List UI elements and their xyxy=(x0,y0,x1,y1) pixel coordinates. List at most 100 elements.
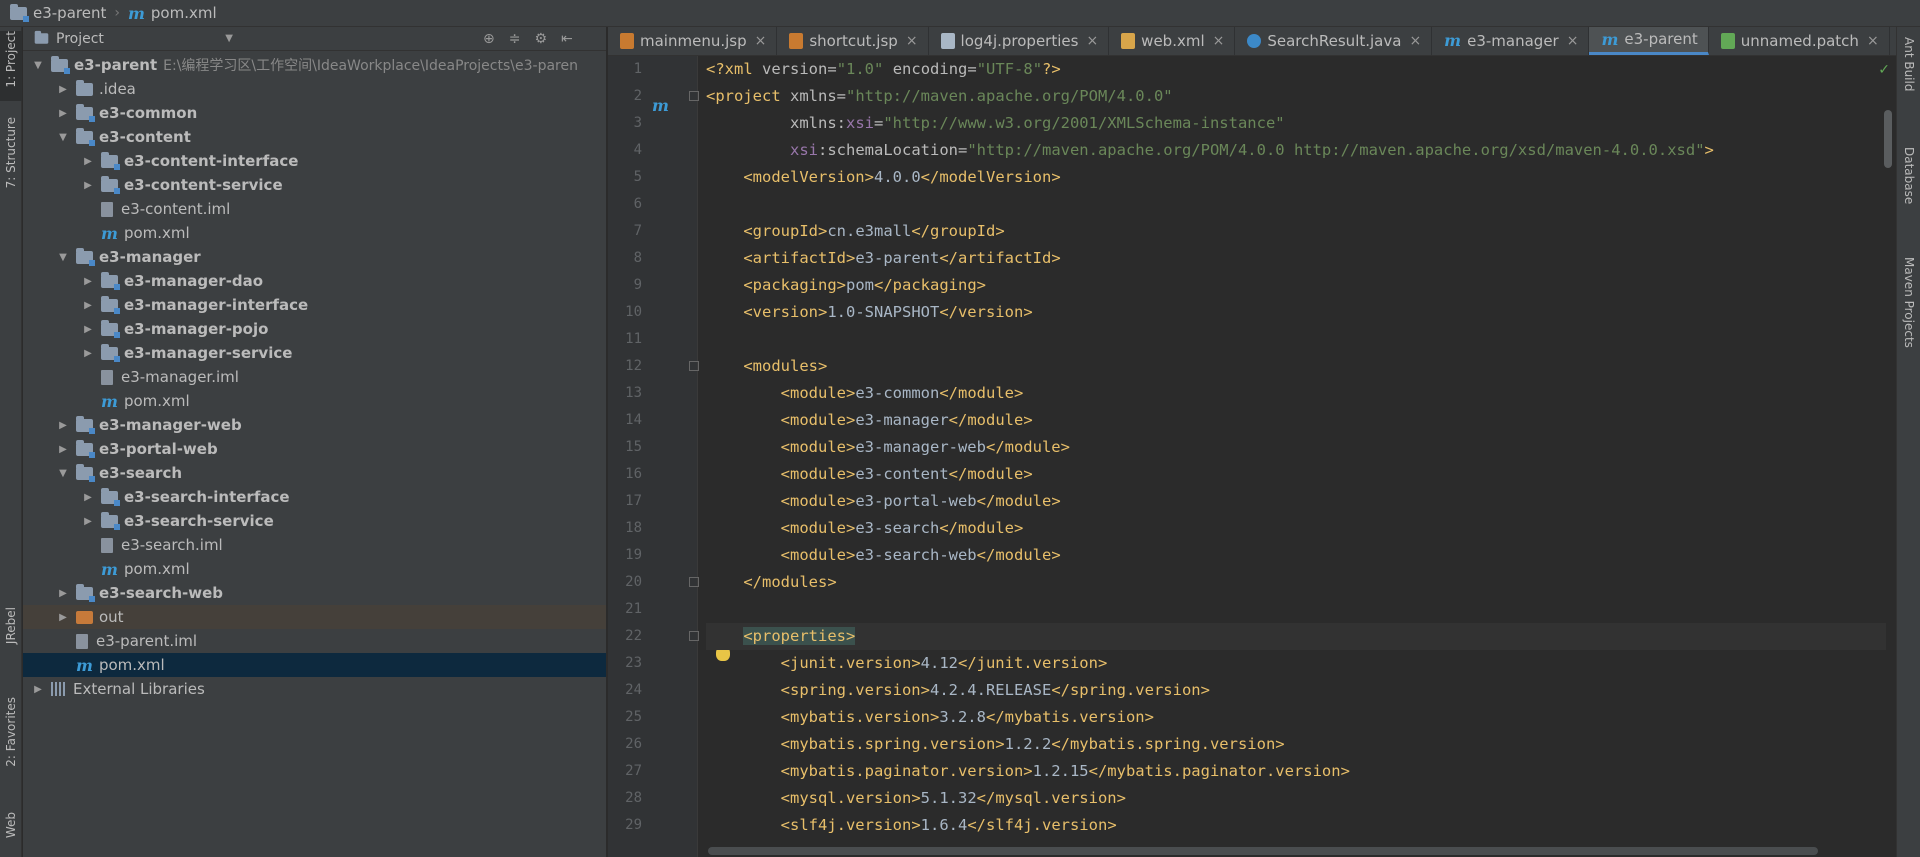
code-line[interactable]: <version>1.0-SNAPSHOT</version> xyxy=(706,299,1886,326)
editor-tab[interactable]: SearchResult.java × xyxy=(1235,27,1433,55)
collapsed-arrow-icon[interactable]: ▶ xyxy=(81,276,95,287)
tool-tab-project[interactable]: 1: Project xyxy=(0,31,22,101)
tree-item[interactable]: ▶ e3-content-service xyxy=(23,173,606,197)
code-line[interactable]: <?xml version="1.0" encoding="UTF-8"?> xyxy=(706,56,1886,83)
code-line[interactable]: <artifactId>e3-parent</artifactId> xyxy=(706,245,1886,272)
close-icon[interactable]: × xyxy=(1213,33,1225,49)
close-icon[interactable]: × xyxy=(755,33,767,49)
editor-tab[interactable]: mainmenu.jsp × xyxy=(608,27,778,55)
code-line[interactable]: <groupId>cn.e3mall</groupId> xyxy=(706,218,1886,245)
collapsed-arrow-icon[interactable]: ▶ xyxy=(56,444,70,455)
fold-marker-icon[interactable] xyxy=(689,577,699,587)
tree-item[interactable]: ▶ e3-content-interface xyxy=(23,149,606,173)
collapsed-arrow-icon[interactable]: ▶ xyxy=(56,420,70,431)
breadcrumb-project[interactable]: e3-parent xyxy=(33,4,106,22)
tool-tab-jrebel[interactable]: JRebel xyxy=(0,607,22,677)
horizontal-scrollbar[interactable] xyxy=(708,847,1818,855)
tree-item[interactable]: ▼ e3-parent E:\编程学习区\工作空间\IdeaWorkplace\Id… xyxy=(23,53,606,77)
code-line[interactable]: <mybatis.spring.version>1.2.2</mybatis.s… xyxy=(706,731,1886,758)
code-content[interactable]: <?xml version="1.0" encoding="UTF-8"?> <p… xyxy=(706,56,1886,857)
project-view-selector[interactable]: Project ▼ xyxy=(33,31,243,47)
tree-item[interactable]: ▶ .idea xyxy=(23,77,606,101)
code-line[interactable] xyxy=(706,191,1886,218)
code-line[interactable]: <properties> xyxy=(706,623,1886,650)
gear-icon[interactable]: ⚙ xyxy=(534,31,547,47)
code-line[interactable]: <module>e3-content</module> xyxy=(706,461,1886,488)
expanded-arrow-icon[interactable]: ▼ xyxy=(56,252,70,263)
code-line[interactable]: <mysql.version>5.1.32</mysql.version> xyxy=(706,785,1886,812)
tree-item[interactable]: e3-content.iml xyxy=(23,197,606,221)
collapsed-arrow-icon[interactable]: ▶ xyxy=(56,108,70,119)
code-line[interactable]: <module>e3-manager</module> xyxy=(706,407,1886,434)
fold-marker-icon[interactable] xyxy=(689,91,699,101)
code-line[interactable]: <modules> xyxy=(706,353,1886,380)
code-line[interactable]: <module>e3-search</module> xyxy=(706,515,1886,542)
tool-tab-favorites[interactable]: 2: Favorites xyxy=(0,697,22,797)
close-icon[interactable]: × xyxy=(1086,33,1098,49)
code-line[interactable]: <module>e3-search-web</module> xyxy=(706,542,1886,569)
code-line[interactable]: <mybatis.version>3.2.8</mybatis.version> xyxy=(706,704,1886,731)
tree-item[interactable]: m pom.xml xyxy=(23,221,606,245)
tree-item[interactable]: e3-parent.iml xyxy=(23,629,606,653)
collapsed-arrow-icon[interactable]: ▶ xyxy=(81,324,95,335)
tree-item[interactable]: e3-search.iml xyxy=(23,533,606,557)
vertical-scrollbar[interactable] xyxy=(1884,110,1892,168)
breadcrumb-file[interactable]: pom.xml xyxy=(151,4,217,22)
collapse-all-icon[interactable]: ≑ xyxy=(509,31,521,47)
code-line[interactable]: <packaging>pom</packaging> xyxy=(706,272,1886,299)
code-editor[interactable]: 1 2 3 4 5 6 7 8 9 10 11 12 13 14 15 16 17 18 19 20 21 22 23 24 2… xyxy=(608,56,1896,857)
code-line[interactable]: <modelVersion>4.0.0</modelVersion> xyxy=(706,164,1886,191)
close-icon[interactable]: × xyxy=(906,33,918,49)
code-line[interactable]: xsi:schemaLocation="http://maven.apache.… xyxy=(706,137,1886,164)
code-line[interactable]: <project xmlns="http://maven.apache.org/… xyxy=(706,83,1886,110)
collapsed-arrow-icon[interactable]: ▶ xyxy=(31,684,45,695)
tree-item[interactable]: ▶ e3-search-service xyxy=(23,509,606,533)
fold-marker-icon[interactable] xyxy=(689,631,699,641)
tree-item[interactable]: ▶ e3-manager-pojo xyxy=(23,317,606,341)
tree-item[interactable]: ▼ e3-search xyxy=(23,461,606,485)
maven-gutter-icon[interactable]: m xyxy=(652,96,669,115)
expanded-arrow-icon[interactable]: ▼ xyxy=(56,132,70,143)
editor-tab[interactable]: log4j.properties × xyxy=(929,27,1110,55)
tool-tab-web[interactable]: Web xyxy=(0,812,22,857)
collapsed-arrow-icon[interactable]: ▶ xyxy=(56,612,70,623)
collapsed-arrow-icon[interactable]: ▶ xyxy=(81,300,95,311)
code-line[interactable]: <spring.version>4.2.4.RELEASE</spring.ve… xyxy=(706,677,1886,704)
code-line[interactable]: <junit.version>4.12</junit.version> xyxy=(706,650,1886,677)
tool-tab-maven-projects[interactable]: Maven Projects xyxy=(1897,257,1920,387)
collapsed-arrow-icon[interactable]: ▶ xyxy=(56,588,70,599)
tree-item[interactable]: m pom.xml xyxy=(23,557,606,581)
code-line[interactable]: <module>e3-portal-web</module> xyxy=(706,488,1886,515)
tree-item[interactable]: ▶ e3-search-interface xyxy=(23,485,606,509)
tree-item[interactable]: ▶ e3-manager-service xyxy=(23,341,606,365)
tool-tab-structure[interactable]: 7: Structure xyxy=(0,117,22,227)
code-line[interactable] xyxy=(706,596,1886,623)
code-line[interactable]: </modules> xyxy=(706,569,1886,596)
collapsed-arrow-icon[interactable]: ▶ xyxy=(56,84,70,95)
tree-item[interactable]: ▶ e3-portal-web xyxy=(23,437,606,461)
code-line[interactable]: <module>e3-common</module> xyxy=(706,380,1886,407)
editor-tab[interactable]: shortcut.jsp × xyxy=(777,27,929,55)
editor-tab[interactable]: web.xml × xyxy=(1109,27,1236,55)
expanded-arrow-icon[interactable]: ▼ xyxy=(56,468,70,479)
collapsed-arrow-icon[interactable]: ▶ xyxy=(81,492,95,503)
close-icon[interactable]: × xyxy=(1567,33,1579,49)
tree-item[interactable]: ▼ e3-content xyxy=(23,125,606,149)
code-line[interactable]: <mybatis.paginator.version>1.2.15</mybat… xyxy=(706,758,1886,785)
fold-marker-icon[interactable] xyxy=(689,361,699,371)
code-line[interactable]: xmlns:xsi="http://www.w3.org/2001/XMLSch… xyxy=(706,110,1886,137)
tool-tab-ant-build[interactable]: Ant Build xyxy=(1897,37,1920,117)
close-icon[interactable]: × xyxy=(1409,33,1421,49)
collapsed-arrow-icon[interactable]: ▶ xyxy=(81,348,95,359)
tree-item[interactable]: ▶ External Libraries xyxy=(23,677,606,701)
collapsed-arrow-icon[interactable]: ▶ xyxy=(81,180,95,191)
tree-item[interactable]: ▶ e3-search-web xyxy=(23,581,606,605)
code-line[interactable]: <slf4j.version>1.6.4</slf4j.version> xyxy=(706,812,1886,839)
collapsed-arrow-icon[interactable]: ▶ xyxy=(81,516,95,527)
tree-item[interactable]: ▶ out xyxy=(23,605,606,629)
tree-item[interactable]: ▶ e3-manager-dao xyxy=(23,269,606,293)
tool-tab-database[interactable]: Database xyxy=(1897,147,1920,237)
tree-item[interactable]: m pom.xml xyxy=(23,653,606,677)
editor-tab[interactable]: m e3-manager × xyxy=(1432,27,1590,55)
locate-icon[interactable]: ⊕ xyxy=(483,31,495,47)
